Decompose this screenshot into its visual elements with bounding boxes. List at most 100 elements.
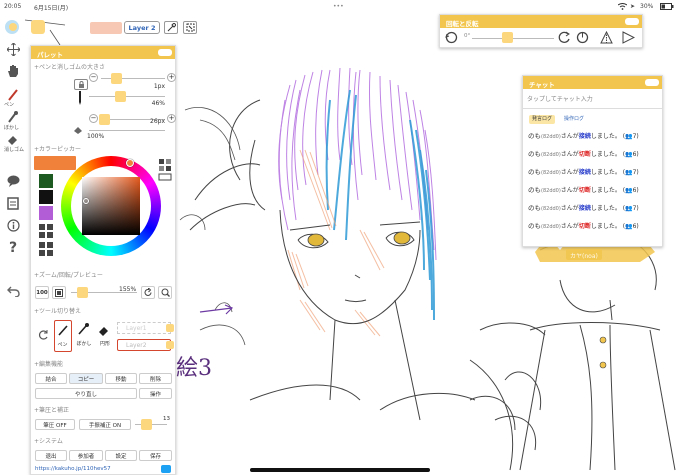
rotate-panel-close[interactable] [625, 18, 639, 25]
menu-button[interactable] [31, 20, 45, 34]
help-icon[interactable]: ? [3, 238, 23, 256]
merge-button[interactable]: 結合 [35, 373, 67, 384]
palette-close-button[interactable] [158, 49, 172, 56]
save-button[interactable]: 保存 [139, 450, 172, 461]
room-url[interactable]: https://kakuho.jp/110hev57 [35, 466, 111, 472]
zoom-slider[interactable] [77, 287, 88, 298]
zoom-100-button[interactable]: 100 [35, 286, 49, 299]
color-swatch-1[interactable] [39, 174, 53, 188]
users-icon: 👥 [625, 151, 633, 158]
settings-button[interactable]: 設定 [105, 450, 137, 461]
pressure-toggle[interactable]: 筆圧 OFF [35, 419, 75, 430]
color-swatch-2[interactable] [39, 190, 53, 204]
brush-size-increase[interactable]: + [167, 73, 176, 82]
users-icon: 👥 [625, 133, 633, 140]
eraser-size-value: 26px [150, 118, 165, 125]
chat-panel: チャット タップしてチャット入力 発言ログ 操作ログ のも(82dd0)さんが接… [522, 75, 663, 247]
eraser-size-slider[interactable] [99, 114, 110, 125]
undo-icon[interactable] [3, 282, 23, 300]
correction-slider[interactable] [141, 419, 152, 430]
status-bar: 20:05 6月15日(月) ••• ➤ 30% [0, 0, 680, 12]
canvas-handwriting: 絵3 [176, 356, 212, 381]
brush-size-slider[interactable] [111, 73, 122, 84]
redo-button[interactable]: やり直し [35, 388, 137, 399]
copy-button[interactable]: コピー [69, 373, 103, 384]
swap-tools-icon[interactable] [38, 329, 50, 341]
move-button[interactable]: 移動 [105, 373, 137, 384]
twitter-share-icon[interactable] [161, 465, 171, 473]
hue-marker[interactable] [126, 159, 134, 167]
svg-text:?: ? [9, 240, 17, 254]
preview-search-icon[interactable] [158, 286, 172, 299]
rotate-slider[interactable] [502, 32, 513, 43]
chat-line: のも(82dd0)さんが接続しました。 (👥7) [528, 168, 639, 176]
flip-vertical-icon[interactable] [600, 30, 614, 45]
rotate-reset-icon[interactable] [445, 31, 459, 45]
rotate-icon[interactable] [141, 286, 155, 299]
location-icon: ➤ [630, 3, 636, 10]
color-marker[interactable] [83, 198, 89, 204]
flip-horizontal-icon[interactable] [622, 31, 636, 45]
pencil-icon [76, 91, 86, 105]
select-rect-icon[interactable] [183, 21, 197, 34]
rotate-left-icon[interactable] [558, 31, 572, 45]
palette-panel: パレット +ペンと消しゴムの大きさ − + 1px 46% − + 26px 1… [30, 45, 176, 475]
correction-toggle[interactable]: 手振補正 ON [79, 419, 131, 430]
users-icon: 👥 [625, 223, 633, 230]
layer-tool-icon[interactable] [3, 194, 23, 212]
tool-round-button[interactable]: 円形 [96, 320, 114, 352]
chat-close-button[interactable] [645, 79, 659, 86]
rotate-right-icon[interactable] [576, 31, 590, 45]
fit-screen-icon[interactable] [52, 286, 66, 299]
tab-chat-log[interactable]: 発言ログ [529, 115, 555, 124]
swatch-list-icon[interactable] [39, 242, 53, 256]
zoom-percent: 155% [119, 286, 137, 293]
brush-lock-icon[interactable] [74, 79, 88, 90]
chat-title: チャット [523, 76, 662, 89]
layer-selector[interactable]: Layer 2 [124, 21, 160, 34]
home-indicator[interactable] [250, 468, 430, 472]
layer1-slot[interactable]: Layer1 [117, 322, 174, 334]
status-battery: 30% [640, 3, 654, 10]
zoom-section: +ズーム/回転/プレビュー [34, 272, 103, 279]
color-picker-section: +カラーピッカー [34, 146, 82, 153]
status-date: 6月15日(月) [34, 5, 69, 12]
save-label: 保存 [149, 453, 161, 460]
info-icon[interactable] [3, 216, 23, 234]
palette-toggle[interactable] [3, 20, 25, 34]
chat-input[interactable]: タップしてチャット入力 [527, 94, 659, 103]
palette-title: パレット [31, 46, 175, 59]
tab-operation-log[interactable]: 操作ログ [561, 115, 587, 124]
pen-size-section: +ペンと消しゴムの大きさ [34, 64, 106, 71]
correction-label: 手振補正 ON [88, 422, 122, 429]
current-color-chip[interactable] [90, 22, 122, 34]
users-icon: 👥 [625, 205, 633, 212]
chat-bubble-icon[interactable] [3, 172, 23, 190]
move-label: 移動 [115, 376, 127, 383]
operations-button[interactable]: 操作 [139, 388, 172, 399]
eyedropper-icon[interactable] [164, 21, 178, 34]
delete-label: 削除 [149, 376, 161, 383]
color-swatch-3[interactable] [39, 206, 53, 220]
opacity-slider[interactable] [115, 91, 126, 102]
eraser-size-increase[interactable]: + [167, 114, 176, 123]
swatch-grid-icon[interactable] [39, 224, 53, 238]
pressure-section: +筆圧と補正 [34, 407, 70, 414]
layer2-slot[interactable]: Layer2 [117, 339, 174, 351]
saturation-value-square[interactable] [82, 177, 140, 235]
tool-blur-button[interactable]: ぼかし [75, 320, 93, 352]
color-wheel[interactable] [61, 156, 161, 256]
delete-button[interactable]: 削除 [139, 373, 172, 384]
color-mode-icon[interactable] [158, 158, 172, 182]
merge-label: 結合 [45, 376, 57, 383]
tool-pen-button[interactable]: ペン [54, 320, 72, 352]
eraser-size-decrease[interactable]: − [89, 114, 98, 123]
pressure-label: 筆圧 OFF [43, 422, 67, 429]
rotate-panel-title: 回転と反転 [440, 15, 642, 28]
move-tool-icon[interactable] [3, 40, 23, 58]
status-menu: ••• [333, 3, 344, 10]
participants-button[interactable]: 参加者 [69, 450, 103, 461]
leave-button[interactable]: 退出 [35, 450, 67, 461]
brush-size-decrease[interactable]: − [89, 73, 98, 82]
hand-tool-icon[interactable] [3, 62, 23, 80]
